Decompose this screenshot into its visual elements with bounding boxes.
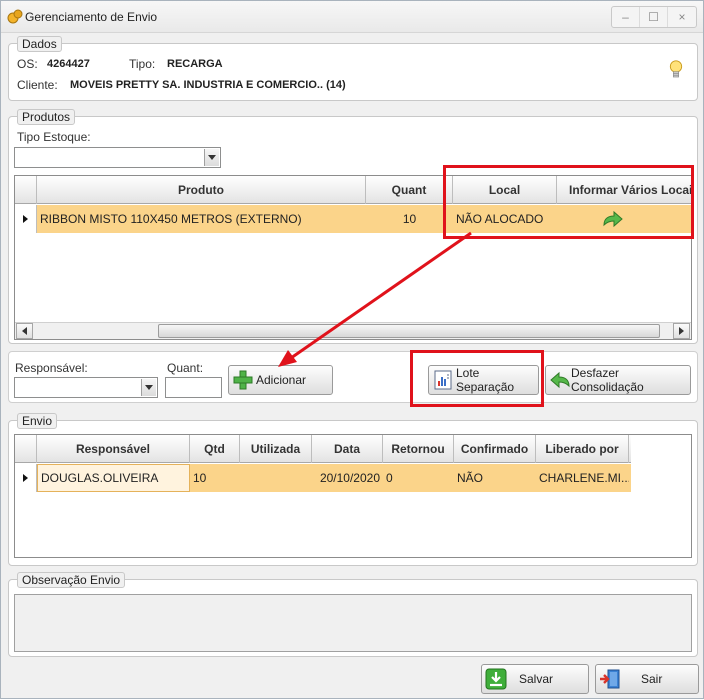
tipo-estoque-label: Tipo Estoque: [17, 130, 91, 144]
produtos-group-label: Produtos [17, 109, 76, 125]
cell-informar-varios-locais[interactable] [557, 205, 691, 233]
cell-responsavel[interactable]: DOUGLAS.OLIVEIRA [37, 464, 190, 492]
lote-separacao-button[interactable]: Lote Separação [428, 365, 539, 395]
produtos-grid: Produto Quant Local Informar Vários Loca… [14, 175, 692, 340]
lightbulb-icon[interactable] [669, 58, 683, 82]
col-qtd[interactable]: Qtd [190, 435, 240, 463]
col-confirmado[interactable]: Confirmado [454, 435, 536, 463]
produtos-grid-header: Produto Quant Local Informar Vários Loca… [15, 176, 691, 204]
row-header-column [15, 176, 37, 204]
scroll-left-icon[interactable] [16, 323, 33, 339]
observacao-group: Observação Envio [8, 572, 698, 657]
row-indicator [15, 205, 37, 233]
row-indicator [15, 464, 37, 492]
col-produto[interactable]: Produto [37, 176, 366, 204]
sair-label: Sair [641, 672, 663, 686]
os-label: OS: [17, 57, 38, 71]
table-row[interactable]: RIBBON MISTO 110X450 METROS (EXTERNO) 10… [15, 205, 691, 233]
col-data[interactable]: Data [312, 435, 383, 463]
col-responsavel[interactable]: Responsável [37, 435, 190, 463]
chevron-down-icon[interactable] [204, 149, 219, 166]
cliente-value: MOVEIS PRETTY SA. INDUSTRIA E COMERCIO..… [70, 79, 346, 91]
col-liberado-por[interactable]: Liberado por [536, 435, 629, 463]
title-bar: Gerenciamento de Envio – ☐ × [1, 1, 703, 33]
col-local[interactable]: Local [453, 176, 557, 204]
lote-separacao-label: Lote Separação [456, 366, 515, 394]
desfazer-consolidacao-button[interactable]: Desfazer Consolidação [545, 365, 691, 395]
plus-icon [233, 370, 253, 390]
cell-confirmado[interactable]: NÃO [454, 464, 536, 492]
quant-label: Quant: [167, 361, 204, 375]
exit-door-icon [600, 669, 620, 689]
dados-group-label: Dados [17, 36, 62, 52]
close-button[interactable]: × [668, 7, 696, 27]
cell-utilizada[interactable] [240, 464, 312, 492]
dados-group: Dados OS: 4264427 Tipo: RECARGA Cliente:… [8, 36, 698, 101]
envio-grid-header: Responsável Qtd Utilizada Data Retornou … [15, 435, 631, 463]
tipo-estoque-select[interactable] [14, 147, 221, 168]
col-retornou[interactable]: Retornou [383, 435, 454, 463]
row-header-column [15, 435, 37, 463]
download-icon [485, 668, 507, 690]
app-icon [7, 9, 23, 24]
cell-qtd[interactable]: 10 [190, 464, 240, 492]
envio-grid: Responsável Qtd Utilizada Data Retornou … [14, 434, 692, 558]
responsavel-select[interactable] [14, 377, 158, 398]
col-quant[interactable]: Quant [366, 176, 453, 204]
cell-quant[interactable]: 10 [366, 205, 453, 233]
cell-local[interactable]: NÃO ALOCADO [453, 205, 557, 233]
green-arrow-icon[interactable] [602, 210, 624, 228]
col-utilizada[interactable]: Utilizada [240, 435, 312, 463]
maximize-button[interactable]: ☐ [640, 7, 668, 27]
salvar-label: Salvar [519, 672, 554, 686]
report-chart-icon [434, 370, 452, 390]
col-informar-varios-locais[interactable]: Informar Vários Locais [557, 176, 691, 204]
adicionar-label: Adicionar [256, 373, 307, 387]
alocacao-panel: Responsável: Quant: Adicionar Lote Separ… [8, 351, 698, 403]
sair-button[interactable]: Sair [595, 664, 699, 694]
undo-arrow-icon [550, 371, 570, 389]
produtos-group: Produtos Tipo Estoque: Produto Quant Loc… [8, 109, 698, 344]
salvar-button[interactable]: Salvar [481, 664, 589, 694]
cell-retornou[interactable]: 0 [383, 464, 454, 492]
observacao-group-label: Observação Envio [17, 572, 126, 588]
cell-produto[interactable]: RIBBON MISTO 110X450 METROS (EXTERNO) [37, 205, 366, 233]
window: Gerenciamento de Envio – ☐ × Dados OS: 4… [0, 0, 704, 699]
observacao-textarea[interactable] [14, 594, 692, 652]
adicionar-button[interactable]: Adicionar [228, 365, 333, 395]
envio-group: Envio Responsável Qtd Utilizada Data Ret… [8, 413, 698, 566]
table-row[interactable]: DOUGLAS.OLIVEIRA 10 20/10/2020 0 NÃO CHA… [15, 464, 631, 492]
minimize-button[interactable]: – [612, 7, 640, 27]
desfazer-consolidacao-label: Desfazer Consolidação [571, 366, 644, 394]
responsavel-label: Responsável: [15, 361, 88, 375]
cell-data[interactable]: 20/10/2020 [312, 464, 383, 492]
tipo-label: Tipo: [129, 57, 156, 71]
cliente-label: Cliente: [17, 78, 58, 92]
produtos-horizontal-scrollbar[interactable] [15, 322, 691, 339]
current-row-icon [23, 474, 28, 482]
quant-input[interactable] [165, 377, 222, 398]
tipo-value: RECARGA [167, 58, 223, 70]
current-row-icon [23, 215, 28, 223]
window-controls: – ☐ × [611, 6, 697, 28]
os-value: 4264427 [47, 58, 90, 70]
scroll-thumb[interactable] [158, 324, 660, 338]
chevron-down-icon[interactable] [141, 379, 156, 396]
cell-liberado-por[interactable]: CHARLENE.MI... [536, 464, 629, 492]
envio-group-label: Envio [17, 413, 58, 429]
window-title: Gerenciamento de Envio [25, 10, 158, 24]
scroll-right-icon[interactable] [673, 323, 690, 339]
